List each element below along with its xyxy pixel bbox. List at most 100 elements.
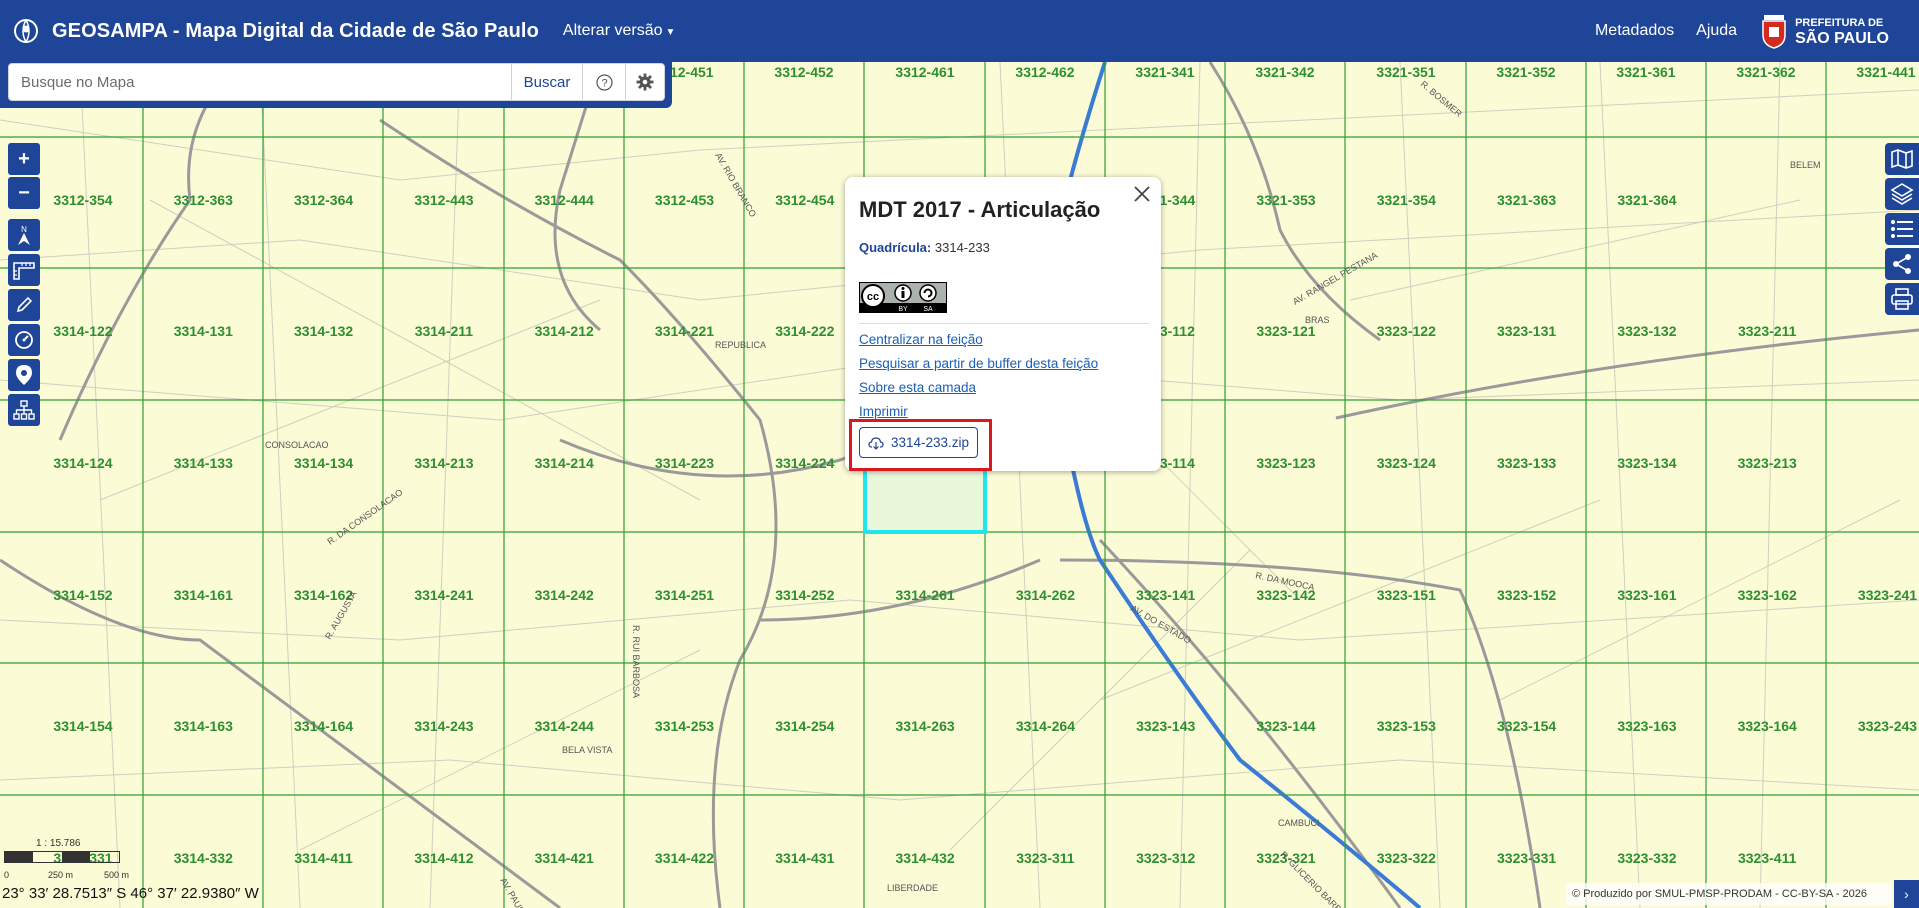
change-version-dropdown[interactable]: Alterar versão ▼ xyxy=(563,22,676,40)
sitemap-button[interactable] xyxy=(8,394,40,426)
attribution-toggle-button[interactable]: › xyxy=(1894,880,1919,908)
grid-label: 3323-132 xyxy=(1617,323,1676,339)
grid-label: 3314-242 xyxy=(535,587,594,603)
grid-label: 3314-262 xyxy=(1016,587,1075,603)
grid-label: 3314-223 xyxy=(655,455,714,471)
grid-label: 3314-412 xyxy=(414,850,473,866)
quadricula-label: Quadrícula: xyxy=(859,240,932,255)
grid-label: 3314-222 xyxy=(775,323,834,339)
measure-ruler-button[interactable] xyxy=(8,254,40,286)
grid-label: 3314-164 xyxy=(294,718,353,734)
grid-label: 3312-444 xyxy=(535,192,594,208)
list-icon xyxy=(1891,220,1913,238)
svg-text:SA: SA xyxy=(923,306,933,313)
grid-label: 3314-261 xyxy=(896,587,955,603)
street-label: REPUBLICA xyxy=(715,340,766,350)
scale-ratio: 1 : 15.786 xyxy=(36,838,81,849)
grid-label: 3323-123 xyxy=(1256,455,1315,471)
download-zip-label: 3314-233.zip xyxy=(891,435,970,450)
grid-label: 3323-241 xyxy=(1858,587,1917,603)
grid-label: 3323-213 xyxy=(1738,455,1797,471)
close-icon[interactable] xyxy=(1133,185,1151,203)
north-arrow-icon: N xyxy=(18,225,30,245)
search-settings-button[interactable] xyxy=(625,64,664,100)
metadata-link[interactable]: Metadados xyxy=(1595,22,1674,40)
print-link[interactable]: Imprimir xyxy=(859,400,1098,424)
grid-label: 3323-154 xyxy=(1497,718,1556,734)
left-toolbar: + − N xyxy=(8,143,40,429)
cc-by-sa-license-icon: cc BY SA xyxy=(859,282,947,313)
feature-info-popup: MDT 2017 - Articulação Quadrícula: 3314-… xyxy=(845,177,1161,471)
search-help-button[interactable]: ? xyxy=(582,64,625,100)
grid-label: 3314-214 xyxy=(535,455,594,471)
quadricula-field: Quadrícula: 3314-233 xyxy=(859,240,990,255)
layers-button[interactable] xyxy=(1885,178,1919,210)
zoom-out-button[interactable]: − xyxy=(8,177,40,209)
scale-bar-graphic xyxy=(4,851,120,863)
sitemap-icon xyxy=(13,400,35,420)
grid-label: 3323-143 xyxy=(1136,718,1195,734)
grid-label: 3323-134 xyxy=(1617,455,1676,471)
grid-label: 3323-331 xyxy=(1497,850,1556,866)
popup-divider xyxy=(859,323,1149,324)
scale-label-250: 250 m xyxy=(48,870,74,880)
grid-label: 3312-354 xyxy=(53,192,112,208)
grid-label: 3314-432 xyxy=(896,850,955,866)
search-input[interactable] xyxy=(9,64,511,100)
zoom-in-button[interactable]: + xyxy=(8,143,40,175)
grid-label: 3323-152 xyxy=(1497,587,1556,603)
pencil-icon xyxy=(16,296,33,313)
grid-label: 3312-443 xyxy=(414,192,473,208)
grid-label: 3314-263 xyxy=(896,718,955,734)
grid-label: 3312-453 xyxy=(655,192,714,208)
street-label: LIBERDADE xyxy=(887,883,938,893)
grid-label: 3314-133 xyxy=(174,455,233,471)
legend-list-button[interactable] xyxy=(1885,213,1919,245)
share-icon xyxy=(1893,254,1911,274)
search-panel: Buscar ? xyxy=(0,62,672,108)
grid-label: 3312-363 xyxy=(174,192,233,208)
svg-text:N: N xyxy=(21,225,27,234)
grid-label: 3323-162 xyxy=(1738,587,1797,603)
printer-icon xyxy=(1891,288,1913,310)
grid-label: 3314-251 xyxy=(655,587,714,603)
search-bar: Buscar ? xyxy=(8,63,665,101)
grid-label: 3321-354 xyxy=(1377,192,1436,208)
grid-label: 3323-133 xyxy=(1497,455,1556,471)
cloud-download-icon xyxy=(868,436,884,450)
grid-label: 3321-363 xyxy=(1497,192,1556,208)
north-arrow-button[interactable]: N xyxy=(8,219,40,251)
change-version-label: Alterar versão xyxy=(562,22,663,39)
grid-label: 3323-211 xyxy=(1738,323,1797,339)
grid-label: 3314-332 xyxy=(174,850,233,866)
buffer-search-link[interactable]: Pesquisar a partir de buffer desta feiçã… xyxy=(859,352,1098,376)
grid-label: 3314-154 xyxy=(53,718,112,734)
download-zip-button[interactable]: 3314-233.zip xyxy=(859,427,979,458)
grid-label: 3321-353 xyxy=(1256,192,1315,208)
grid-label: 3314-431 xyxy=(775,850,834,866)
base-map-button[interactable] xyxy=(1885,143,1919,175)
speedometer-button[interactable] xyxy=(8,324,40,356)
draw-button[interactable] xyxy=(8,289,40,321)
print-button[interactable] xyxy=(1885,283,1919,315)
grid-label: 3312-454 xyxy=(775,192,834,208)
grid-label: 3314-163 xyxy=(174,718,233,734)
grid-label: 3323-322 xyxy=(1377,850,1436,866)
help-link[interactable]: Ajuda xyxy=(1696,22,1737,40)
grid-label: 3321-341 xyxy=(1135,64,1194,80)
brand-line-2: SÃO PAULO xyxy=(1795,30,1889,47)
grid-label: 3314-124 xyxy=(53,455,112,471)
center-on-feature-link[interactable]: Centralizar na feição xyxy=(859,328,1098,352)
grid-label: 3314-241 xyxy=(414,587,473,603)
search-button[interactable]: Buscar xyxy=(511,64,582,100)
grid-label: 3314-252 xyxy=(775,587,834,603)
share-button[interactable] xyxy=(1885,248,1919,280)
about-layer-link[interactable]: Sobre esta camada xyxy=(859,376,1098,400)
selected-quadrant[interactable] xyxy=(863,463,987,534)
mouse-coordinates: 23° 33′ 28.7513″ S 46° 37′ 22.9380″ W xyxy=(2,885,259,902)
location-pin-button[interactable] xyxy=(8,359,40,391)
map-pin-icon xyxy=(16,365,32,385)
grid-label: 3323-151 xyxy=(1377,587,1436,603)
svg-text:?: ? xyxy=(601,77,607,89)
grid-label: 3321-352 xyxy=(1496,64,1555,80)
